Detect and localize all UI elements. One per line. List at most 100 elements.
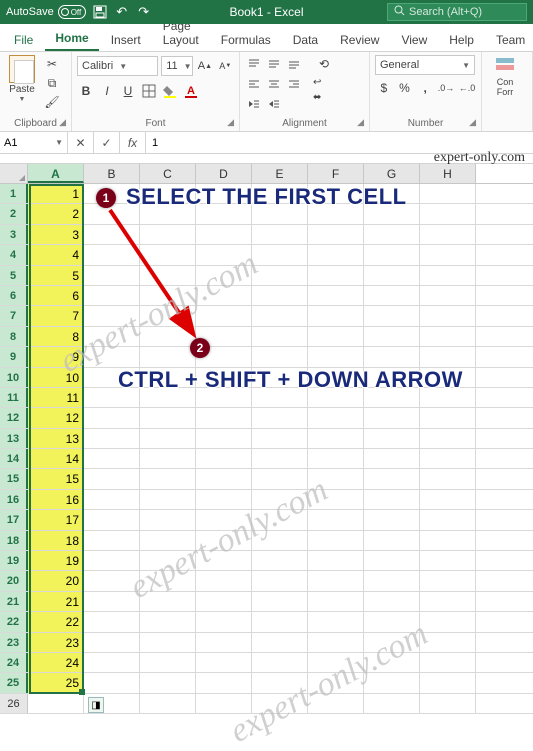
cell[interactable] — [84, 551, 140, 570]
row-header[interactable]: 13 — [0, 429, 28, 448]
cell[interactable] — [364, 551, 420, 570]
cell[interactable] — [140, 204, 196, 223]
cell[interactable]: 7 — [28, 306, 84, 325]
row-header[interactable]: 21 — [0, 592, 28, 611]
cell[interactable] — [140, 286, 196, 305]
cell[interactable] — [196, 694, 252, 713]
cell[interactable] — [252, 592, 308, 611]
row-header[interactable]: 2 — [0, 204, 28, 223]
cell[interactable] — [196, 266, 252, 285]
cell[interactable] — [84, 592, 140, 611]
tab-insert[interactable]: Insert — [101, 27, 151, 51]
cell[interactable] — [364, 449, 420, 468]
accounting-format-icon[interactable]: $ — [375, 79, 393, 97]
cell[interactable] — [84, 653, 140, 672]
cell[interactable] — [196, 204, 252, 223]
cell[interactable] — [84, 449, 140, 468]
undo-icon[interactable]: ↶ — [114, 4, 130, 20]
cell[interactable] — [84, 571, 140, 590]
row-header[interactable]: 24 — [0, 653, 28, 672]
row-header[interactable]: 15 — [0, 469, 28, 488]
cell[interactable] — [252, 429, 308, 448]
font-color-icon[interactable]: A — [182, 82, 200, 100]
cell[interactable] — [252, 245, 308, 264]
cell[interactable]: 6 — [28, 286, 84, 305]
cell[interactable] — [308, 612, 364, 631]
cell[interactable] — [364, 347, 420, 366]
cell[interactable] — [364, 286, 420, 305]
row-header[interactable]: 10 — [0, 368, 28, 387]
cell[interactable] — [364, 531, 420, 550]
cell[interactable] — [196, 245, 252, 264]
cell[interactable] — [196, 673, 252, 692]
cell[interactable] — [364, 408, 420, 427]
cell[interactable] — [252, 490, 308, 509]
cell[interactable] — [140, 184, 196, 203]
font-size-select[interactable]: 11 ▼ — [161, 56, 193, 76]
autosave-toggle[interactable]: AutoSave Off — [6, 5, 86, 19]
row-header[interactable]: 20 — [0, 571, 28, 590]
cell[interactable] — [364, 204, 420, 223]
cell[interactable]: 8 — [28, 327, 84, 346]
row-header[interactable]: 9 — [0, 347, 28, 366]
cell[interactable] — [28, 694, 84, 713]
cell[interactable] — [420, 327, 476, 346]
cell[interactable] — [252, 612, 308, 631]
column-header[interactable]: H — [420, 164, 476, 183]
cell[interactable] — [196, 225, 252, 244]
cell[interactable] — [308, 673, 364, 692]
cell[interactable]: 19 — [28, 551, 84, 570]
cell[interactable] — [364, 429, 420, 448]
cell[interactable]: 23 — [28, 633, 84, 652]
fx-icon[interactable]: fx — [120, 132, 146, 153]
cell[interactable] — [140, 531, 196, 550]
cell[interactable] — [252, 266, 308, 285]
cell[interactable] — [420, 490, 476, 509]
cell[interactable] — [196, 388, 252, 407]
cell[interactable] — [308, 449, 364, 468]
cell[interactable] — [140, 653, 196, 672]
borders-icon[interactable] — [140, 82, 158, 100]
cell[interactable] — [140, 633, 196, 652]
cell[interactable] — [140, 266, 196, 285]
cell[interactable] — [196, 531, 252, 550]
cell[interactable]: 3 — [28, 225, 84, 244]
cell[interactable] — [420, 184, 476, 203]
cell[interactable] — [308, 245, 364, 264]
cell[interactable] — [308, 286, 364, 305]
cell[interactable] — [140, 612, 196, 631]
tab-view[interactable]: View — [391, 27, 437, 51]
cell[interactable] — [308, 694, 364, 713]
cell[interactable] — [140, 327, 196, 346]
cell[interactable] — [364, 653, 420, 672]
cell[interactable] — [84, 204, 140, 223]
cell[interactable] — [252, 673, 308, 692]
cell[interactable] — [84, 469, 140, 488]
cell[interactable] — [308, 633, 364, 652]
cell[interactable]: 13 — [28, 429, 84, 448]
conditional-formatting-button[interactable]: Con Forr — [487, 55, 523, 97]
cell[interactable] — [420, 429, 476, 448]
copy-icon[interactable]: ⧉ — [43, 74, 61, 92]
cell[interactable] — [420, 571, 476, 590]
cell[interactable] — [140, 673, 196, 692]
cell[interactable] — [196, 184, 252, 203]
cell[interactable] — [420, 245, 476, 264]
row-header[interactable]: 8 — [0, 327, 28, 346]
cell[interactable]: 15 — [28, 469, 84, 488]
cell[interactable] — [420, 306, 476, 325]
cell[interactable] — [364, 694, 420, 713]
align-center-icon[interactable] — [265, 75, 283, 93]
cell[interactable] — [196, 327, 252, 346]
cell[interactable] — [196, 449, 252, 468]
cell[interactable] — [420, 551, 476, 570]
cell[interactable] — [252, 469, 308, 488]
cell[interactable] — [364, 245, 420, 264]
select-all-corner[interactable] — [0, 164, 28, 183]
cell[interactable] — [196, 653, 252, 672]
tab-formulas[interactable]: Formulas — [211, 27, 281, 51]
cell[interactable] — [308, 551, 364, 570]
row-header[interactable]: 6 — [0, 286, 28, 305]
cell[interactable] — [84, 510, 140, 529]
cell[interactable] — [420, 469, 476, 488]
